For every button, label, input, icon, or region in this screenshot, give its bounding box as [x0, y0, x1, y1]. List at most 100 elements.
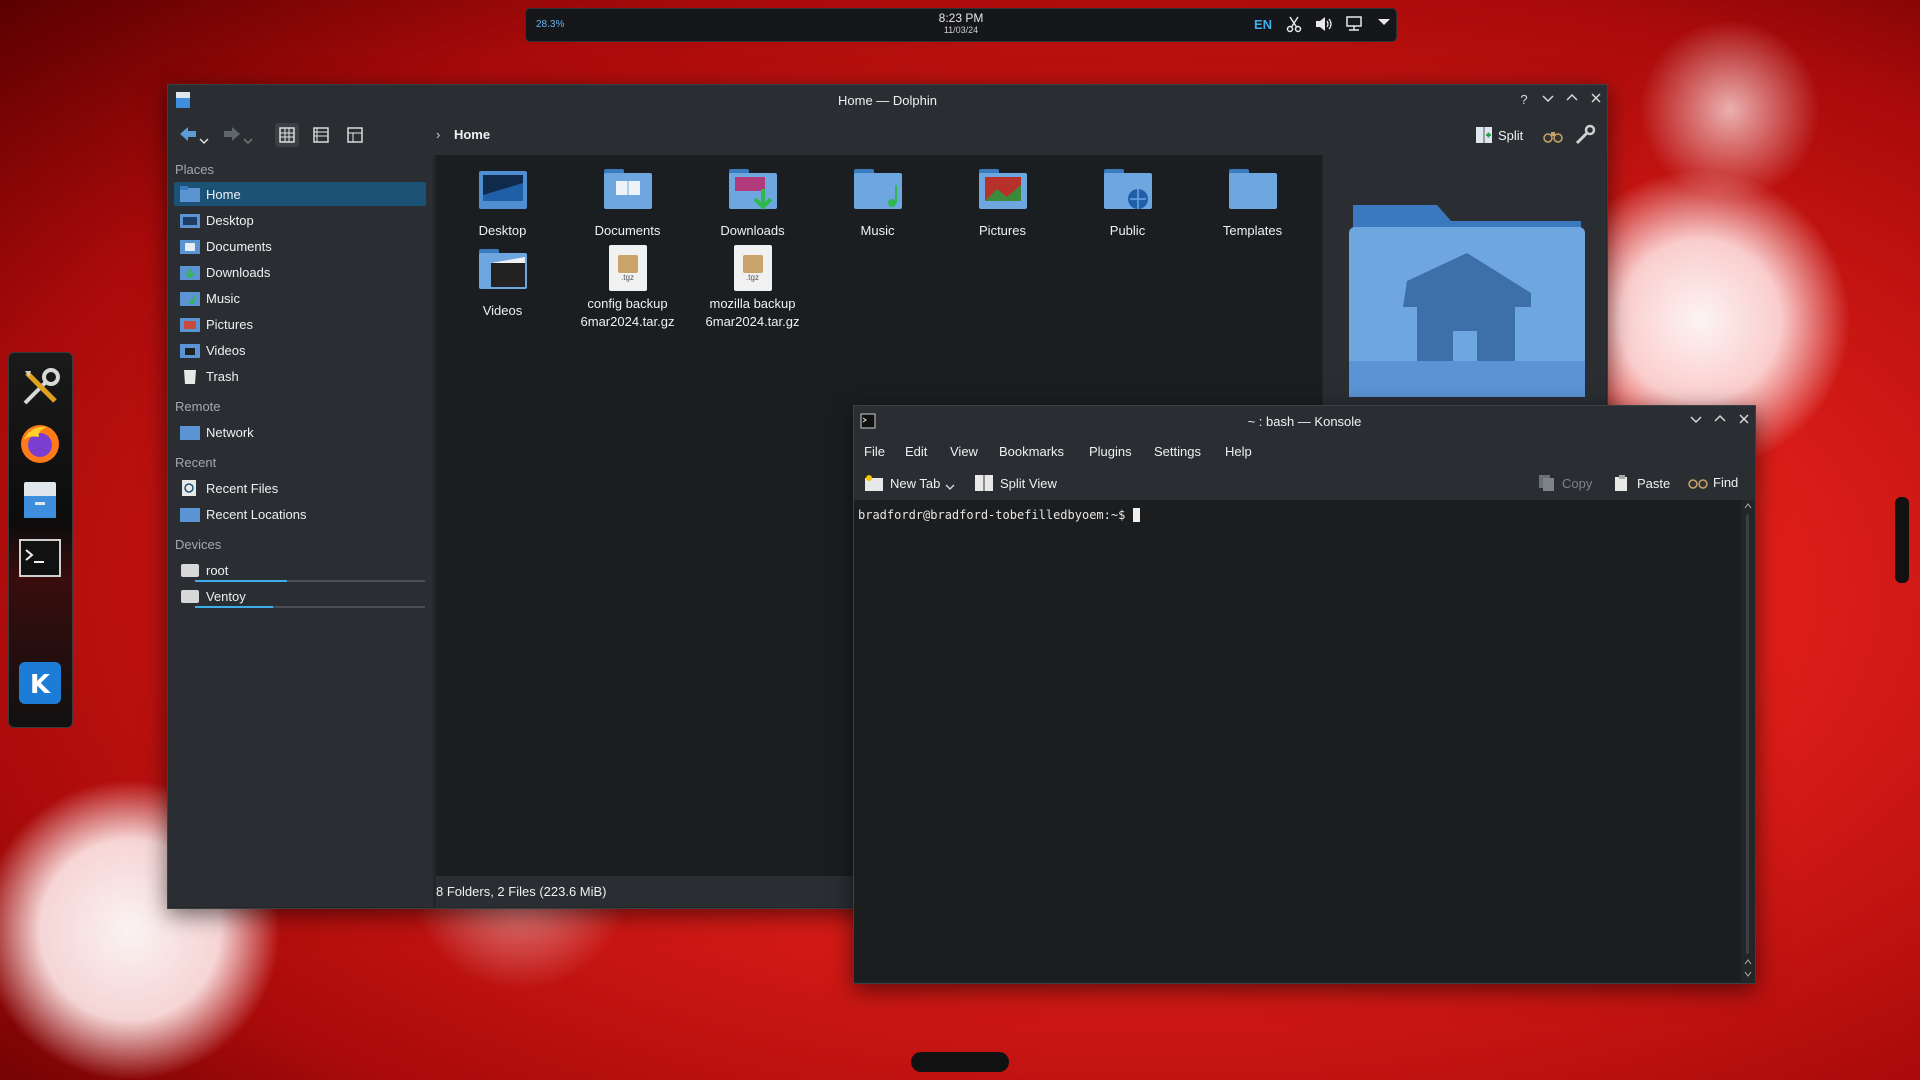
- file-item-mozilla-backup[interactable]: .tgz mozilla backup 6mar2024.tar.gz: [690, 245, 815, 331]
- konsole-menubar: File Edit View Bookmarks Plugins Setting…: [854, 436, 1755, 466]
- sidebar-item-label: Recent Files: [206, 480, 279, 496]
- menu-plugins[interactable]: Plugins: [1089, 444, 1132, 459]
- ventoy-usage-bar: [195, 606, 425, 608]
- breadcrumb-home[interactable]: Home: [454, 127, 490, 142]
- copy-icon: [1539, 475, 1554, 491]
- split-button[interactable]: Split: [1475, 123, 1523, 147]
- sidebar-item-downloads[interactable]: Downloads: [174, 260, 426, 284]
- sidebar-item-recent-locations[interactable]: Recent Locations: [174, 502, 426, 526]
- volume-icon[interactable]: [1314, 15, 1334, 35]
- documents-folder-icon: [603, 169, 652, 209]
- maximize-icon[interactable]: [1563, 91, 1581, 109]
- file-item-music[interactable]: Music: [815, 165, 940, 240]
- music-folder-icon: [180, 292, 200, 306]
- close-icon[interactable]: [1735, 412, 1753, 430]
- konsole-titlebar[interactable]: ~ : bash — Konsole: [854, 406, 1755, 436]
- copy-label: Copy: [1562, 475, 1593, 491]
- file-item-label-line1: config backup: [587, 296, 668, 311]
- dolphin-titlebar[interactable]: Home — Dolphin ?: [168, 85, 1607, 115]
- places-panel: Places Home Desktop Documents Downloads …: [168, 155, 433, 907]
- sidebar-item-ventoy[interactable]: Ventoy: [174, 584, 426, 608]
- breadcrumb[interactable]: › Home: [436, 127, 490, 142]
- help-icon[interactable]: ?: [1515, 91, 1533, 109]
- recent-files-icon: [182, 480, 196, 496]
- cpu-monitor-widget[interactable]: 28.3%: [536, 19, 564, 30]
- compact-view-button[interactable]: [309, 123, 333, 147]
- digital-clock[interactable]: 8:23 PM 11/03/24: [911, 12, 1011, 36]
- configure-wrench-icon[interactable]: [1574, 124, 1596, 151]
- menu-bookmarks[interactable]: Bookmarks: [999, 444, 1064, 459]
- file-item-public[interactable]: Public: [1065, 165, 1190, 240]
- chevron-down-icon: [945, 484, 955, 490]
- close-icon[interactable]: [1587, 91, 1605, 109]
- sidebar-item-trash[interactable]: Trash: [174, 364, 426, 388]
- file-item-desktop[interactable]: Desktop: [440, 165, 565, 240]
- icons-view-button[interactable]: [275, 123, 299, 147]
- konsole-icon[interactable]: [15, 533, 65, 583]
- menu-file[interactable]: File: [864, 444, 885, 459]
- new-tab-button[interactable]: New Tab: [864, 474, 955, 492]
- videos-folder-icon: [478, 249, 527, 289]
- split-view-button[interactable]: Split View: [974, 474, 1057, 492]
- details-view-button[interactable]: [343, 123, 367, 147]
- sidebar-item-label: Desktop: [206, 212, 254, 228]
- chevron-right-icon: ›: [436, 127, 441, 142]
- sidebar-item-videos[interactable]: Videos: [174, 338, 426, 362]
- file-item-downloads[interactable]: Downloads: [690, 165, 815, 240]
- file-item-documents[interactable]: Documents: [565, 165, 690, 240]
- menu-settings[interactable]: Settings: [1154, 444, 1201, 459]
- file-item-config-backup[interactable]: .tgz config backup 6mar2024.tar.gz: [565, 245, 690, 331]
- scrollbar-track[interactable]: [1746, 514, 1749, 954]
- firefox-icon[interactable]: [15, 419, 65, 469]
- bottom-panel-handle[interactable]: [911, 1052, 1009, 1072]
- file-item-templates[interactable]: Templates: [1190, 165, 1315, 240]
- places-header: Places: [175, 162, 215, 177]
- sidebar-item-label: Videos: [206, 342, 246, 358]
- kde-application-launcher-icon[interactable]: K: [15, 658, 65, 708]
- menu-edit[interactable]: Edit: [905, 444, 927, 459]
- minimize-icon[interactable]: [1539, 91, 1557, 109]
- sidebar-item-desktop[interactable]: Desktop: [174, 208, 426, 232]
- copy-button[interactable]: Copy: [1538, 474, 1592, 492]
- menu-help[interactable]: Help: [1225, 444, 1252, 459]
- search-binoculars-icon[interactable]: [1543, 126, 1563, 149]
- keyboard-layout-indicator[interactable]: EN: [1254, 17, 1272, 32]
- recent-header: Recent: [175, 455, 217, 470]
- file-item-label-line2: 6mar2024.tar.gz: [580, 314, 675, 329]
- videos-folder-icon: [180, 344, 200, 358]
- sidebar-item-documents[interactable]: Documents: [174, 234, 426, 258]
- dolphin-toolbar: › Home Split: [168, 115, 1607, 155]
- find-button[interactable]: Find: [1688, 474, 1738, 490]
- cpu-usage-label: 28.3%: [536, 19, 565, 30]
- scroll-up-icon: [1744, 503, 1752, 509]
- menu-view[interactable]: View: [950, 444, 978, 459]
- paste-label: Paste: [1637, 475, 1671, 491]
- forward-button[interactable]: [222, 125, 256, 152]
- scissors-icon[interactable]: [1284, 15, 1304, 35]
- sidebar-item-recent-files[interactable]: Recent Files: [174, 476, 426, 500]
- sidebar-item-music[interactable]: Music: [174, 286, 426, 310]
- paste-button[interactable]: Paste: [1613, 474, 1670, 492]
- terminal-view[interactable]: bradfordr@bradford-tobefilledbyoem:~$: [854, 500, 1741, 982]
- system-settings-icon[interactable]: [15, 363, 65, 413]
- file-manager-icon[interactable]: [15, 475, 65, 525]
- file-item-label: Documents: [594, 223, 661, 238]
- documents-folder-icon: [180, 240, 200, 254]
- file-item-videos[interactable]: Videos: [440, 245, 565, 320]
- minimize-icon[interactable]: [1687, 412, 1705, 430]
- network-icon[interactable]: [1344, 15, 1364, 35]
- pictures-folder-icon: [180, 318, 200, 332]
- sidebar-item-label: Pictures: [206, 316, 253, 332]
- back-button[interactable]: [178, 125, 212, 152]
- maximize-icon[interactable]: [1711, 412, 1729, 430]
- sidebar-item-network[interactable]: Network: [174, 420, 426, 444]
- right-panel-handle[interactable]: [1895, 497, 1909, 583]
- split-view-label: Split View: [1000, 475, 1057, 491]
- sidebar-item-home[interactable]: Home: [174, 182, 426, 206]
- chevron-down-icon[interactable]: [1374, 15, 1394, 35]
- file-item-pictures[interactable]: Pictures: [940, 165, 1065, 240]
- terminal-scrollbar[interactable]: [1741, 500, 1755, 982]
- clock-date: 11/03/24: [943, 25, 979, 35]
- sidebar-item-root[interactable]: root: [174, 558, 426, 582]
- sidebar-item-pictures[interactable]: Pictures: [174, 312, 426, 336]
